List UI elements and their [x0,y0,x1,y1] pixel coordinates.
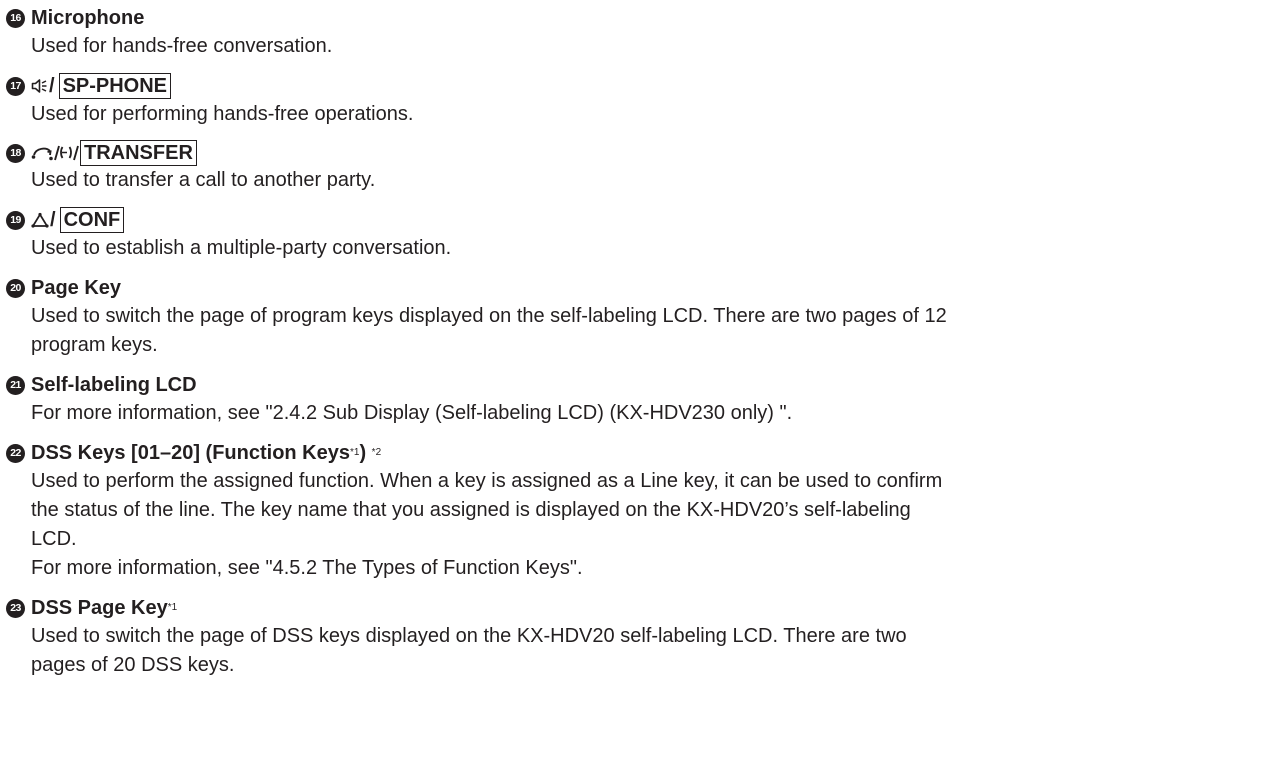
entry-title: DSS Page Key [31,597,168,619]
key-label-sp-phone: SP-PHONE [58,73,172,99]
entry-conf: 19 / CONF Used to establish a multiple-p… [6,206,1274,263]
entry-description: Used for hands-free conversation. [31,32,1274,61]
entry-heading: 18 TRANSFER [6,140,1274,166]
description-line: LCD. [31,528,77,550]
separator-slash: / [49,75,55,97]
entry-page-key: 20 Page Key Used to switch the page of p… [6,274,1274,360]
item-number-badge: 20 [6,278,25,298]
entry-description: Used to switch the page of DSS keys disp… [31,622,1274,680]
entry-sp-phone: 17 / SP-PHONE Used for performing hands-… [6,72,1274,129]
entry-heading: 22 DSS Keys [01–20] (Function Keys *1) *2 [6,439,1274,467]
entry-description: For more information, see "2.4.2 Sub Dis… [31,399,1274,428]
speaker-icon [31,78,48,94]
key-label-conf: CONF [59,207,125,233]
entry-microphone: 16 Microphone Used for hands-free conver… [6,4,1274,61]
item-number-badge: 23 [6,598,25,618]
key-label-transfer: TRANSFER [80,140,197,166]
description-line: Used for hands-free conversation. [31,35,333,57]
entry-transfer: 18 TRANSFER Used to transfer a call to a… [6,140,1274,195]
item-number-badge: 22 [6,443,25,463]
item-number-badge: 21 [6,375,25,395]
entry-title: DSS Keys [01–20] (Function Keys [31,442,350,464]
entry-description: Used to transfer a call to another party… [31,166,1274,195]
entry-title: Page Key [31,277,122,299]
description-line: For more information, see "2.4.2 Sub Dis… [31,402,793,424]
entry-dss-keys: 22 DSS Keys [01–20] (Function Keys *1) *2… [6,439,1274,583]
entry-dss-page-key: 23 DSS Page Key *1 Used to switch the pag… [6,594,1274,680]
description-line: Used to transfer a call to another party… [31,169,376,191]
document-body: 16 Microphone Used for hands-free conver… [6,4,1274,691]
description-line: Used to perform the assigned function. W… [31,470,943,492]
entry-description: Used to establish a multiple-party conve… [31,234,1274,263]
entry-heading: 21 Self-labeling LCD [6,371,1274,399]
entry-title-suffix: ) [359,442,372,464]
entry-title: Microphone [31,7,145,29]
entry-heading: 19 / CONF [6,206,1274,234]
entry-heading: 23 DSS Page Key *1 [6,594,1274,622]
entry-heading: 17 / SP-PHONE [6,72,1274,100]
entry-heading: 20 Page Key [6,274,1274,302]
description-line: pages of 20 DSS keys. [31,654,235,676]
description-line: Used to establish a multiple-party conve… [31,237,452,259]
description-line: Used to switch the page of DSS keys disp… [31,625,907,647]
description-line: program keys. [31,334,158,356]
entry-heading: 16 Microphone [6,4,1274,32]
entry-self-labeling-lcd: 21 Self-labeling LCD For more informatio… [6,371,1274,428]
conference-icon [31,212,49,228]
entry-description: Used for performing hands-free operation… [31,100,1274,129]
item-number-badge: 19 [6,210,25,230]
description-line: Used for performing hands-free operation… [31,103,414,125]
transfer-icon [31,144,79,162]
entry-description: Used to perform the assigned function. W… [31,467,1274,583]
entry-description: Used to switch the page of program keys … [31,302,1274,360]
description-line: For more information, see "4.5.2 The Typ… [31,557,583,579]
description-line: the status of the line. The key name tha… [31,499,911,521]
item-number-badge: 18 [6,143,25,163]
item-number-badge: 17 [6,76,25,96]
description-line: Used to switch the page of program keys … [31,305,947,327]
entry-title: Self-labeling LCD [31,374,197,396]
item-number-badge: 16 [6,8,25,28]
separator-slash: / [50,209,56,231]
